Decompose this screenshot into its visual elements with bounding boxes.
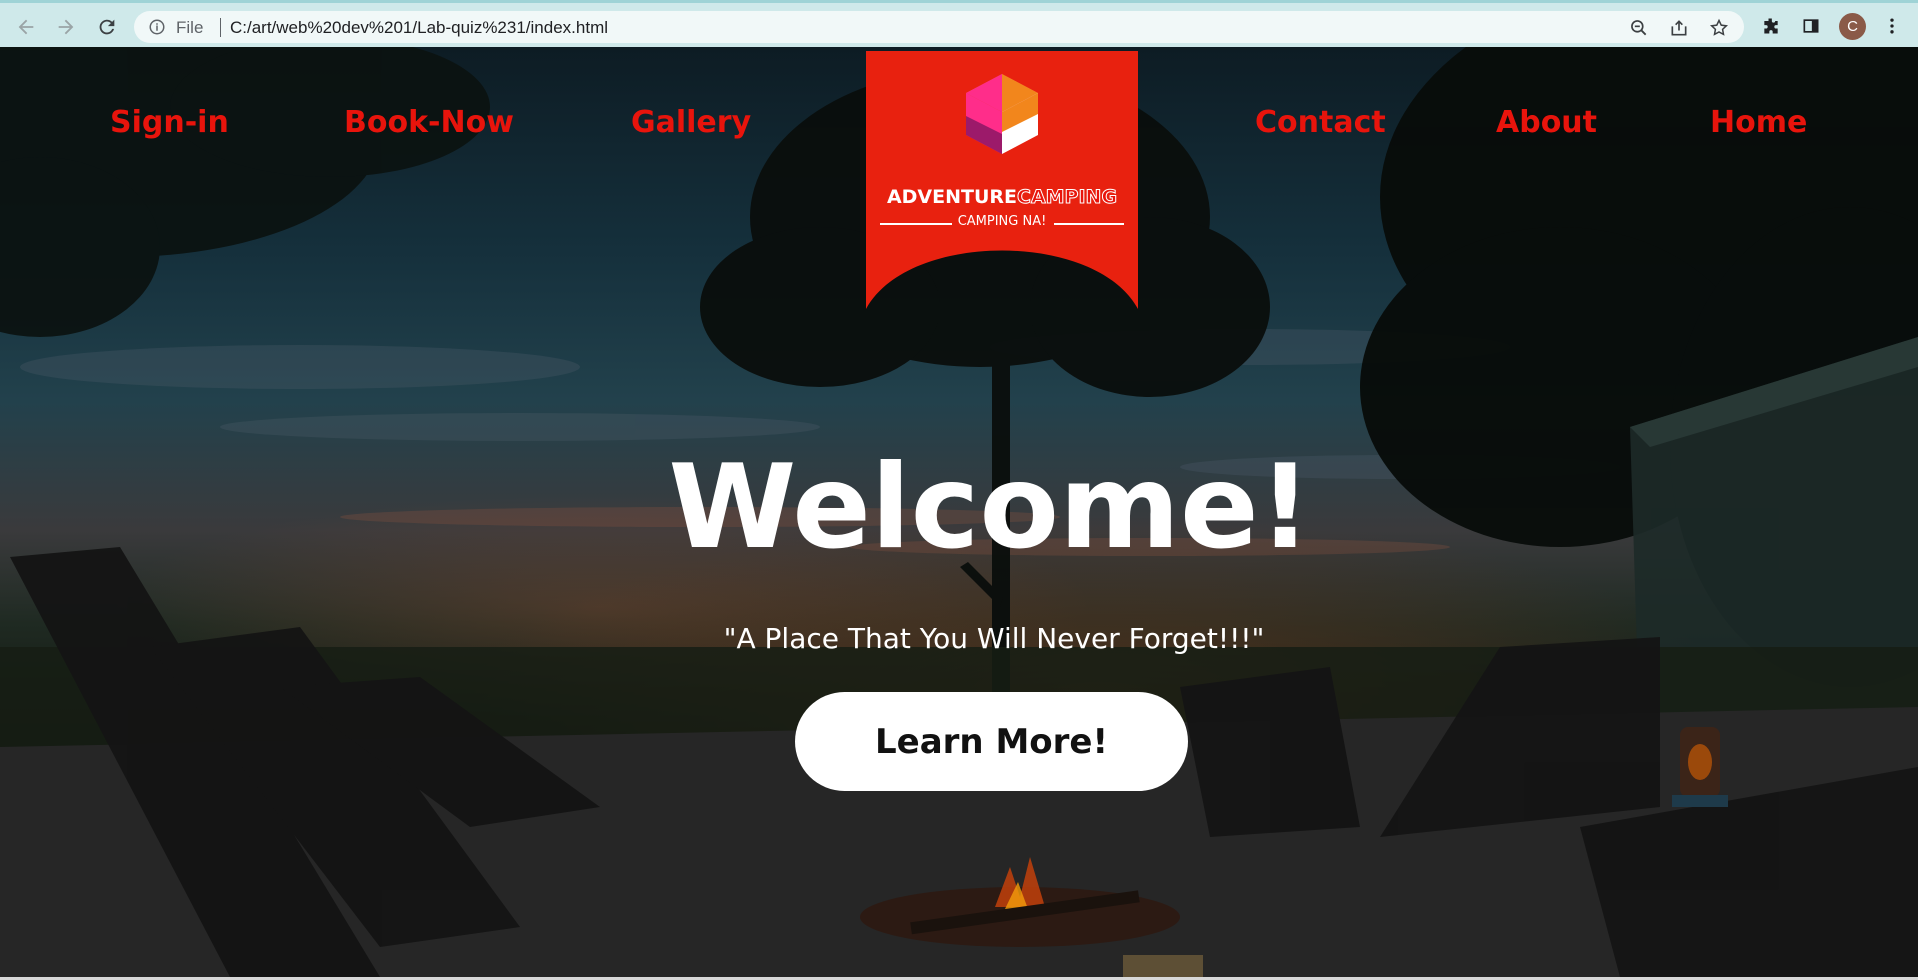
more-menu-button[interactable] (1880, 14, 1904, 38)
nav-link-sign-in[interactable]: Sign-in (110, 105, 229, 143)
learn-more-button[interactable]: Learn More! (795, 692, 1188, 791)
logo-tagline: CAMPING NA! (957, 214, 1047, 229)
back-icon (18, 19, 34, 35)
logo-rule-right (1054, 223, 1124, 225)
nav-link-contact[interactable]: Contact (1255, 105, 1386, 143)
side-panel-icon (1803, 19, 1819, 33)
scheme-label: File (176, 18, 204, 37)
bookmark-button[interactable] (1708, 17, 1730, 39)
nav-link-home[interactable]: Home (1710, 105, 1807, 143)
forward-button[interactable] (52, 13, 80, 41)
zoom-out-icon (1631, 20, 1647, 36)
logo-title-part1: ADVENTURE (886, 186, 1017, 208)
share-button[interactable] (1668, 17, 1690, 39)
nav-link-book-now[interactable]: Book-Now (344, 105, 514, 143)
logo-banner-shape (866, 51, 1138, 309)
share-icon (1671, 20, 1687, 36)
nav-link-gallery[interactable]: Gallery (631, 105, 751, 143)
logo-title: ADVENTURECAMPING (874, 186, 1130, 209)
extensions-button[interactable] (1759, 14, 1783, 38)
avatar[interactable]: C (1839, 13, 1866, 40)
extensions-icon (1764, 18, 1778, 34)
logo-title-part2: CAMPING (1016, 186, 1118, 209)
zoom-button[interactable] (1628, 17, 1650, 39)
more-menu-icon (1890, 18, 1894, 34)
bookmark-star-icon (1709, 18, 1729, 36)
hero-title: Welcome! (668, 440, 1312, 575)
omnibox-divider (220, 18, 221, 37)
back-button[interactable] (12, 13, 40, 41)
address-bar[interactable]: File C:/art/web%20dev%201/Lab-quiz%231/i… (134, 11, 1744, 43)
browser-toolbar: File C:/art/web%20dev%201/Lab-quiz%231/i… (0, 0, 1918, 47)
url-text[interactable]: C:/art/web%20dev%201/Lab-quiz%231/index.… (230, 18, 608, 38)
reload-icon (99, 19, 115, 35)
reload-button[interactable] (93, 13, 121, 41)
forward-icon (58, 19, 74, 35)
nav-link-about[interactable]: About (1496, 105, 1597, 143)
hero-subtitle: "A Place That You Will Never Forget!!!" (723, 622, 1265, 655)
side-panel-button[interactable] (1799, 14, 1823, 38)
site-logo[interactable]: ADVENTURECAMPING CAMPING NA! (866, 51, 1138, 309)
info-icon[interactable] (148, 18, 166, 36)
